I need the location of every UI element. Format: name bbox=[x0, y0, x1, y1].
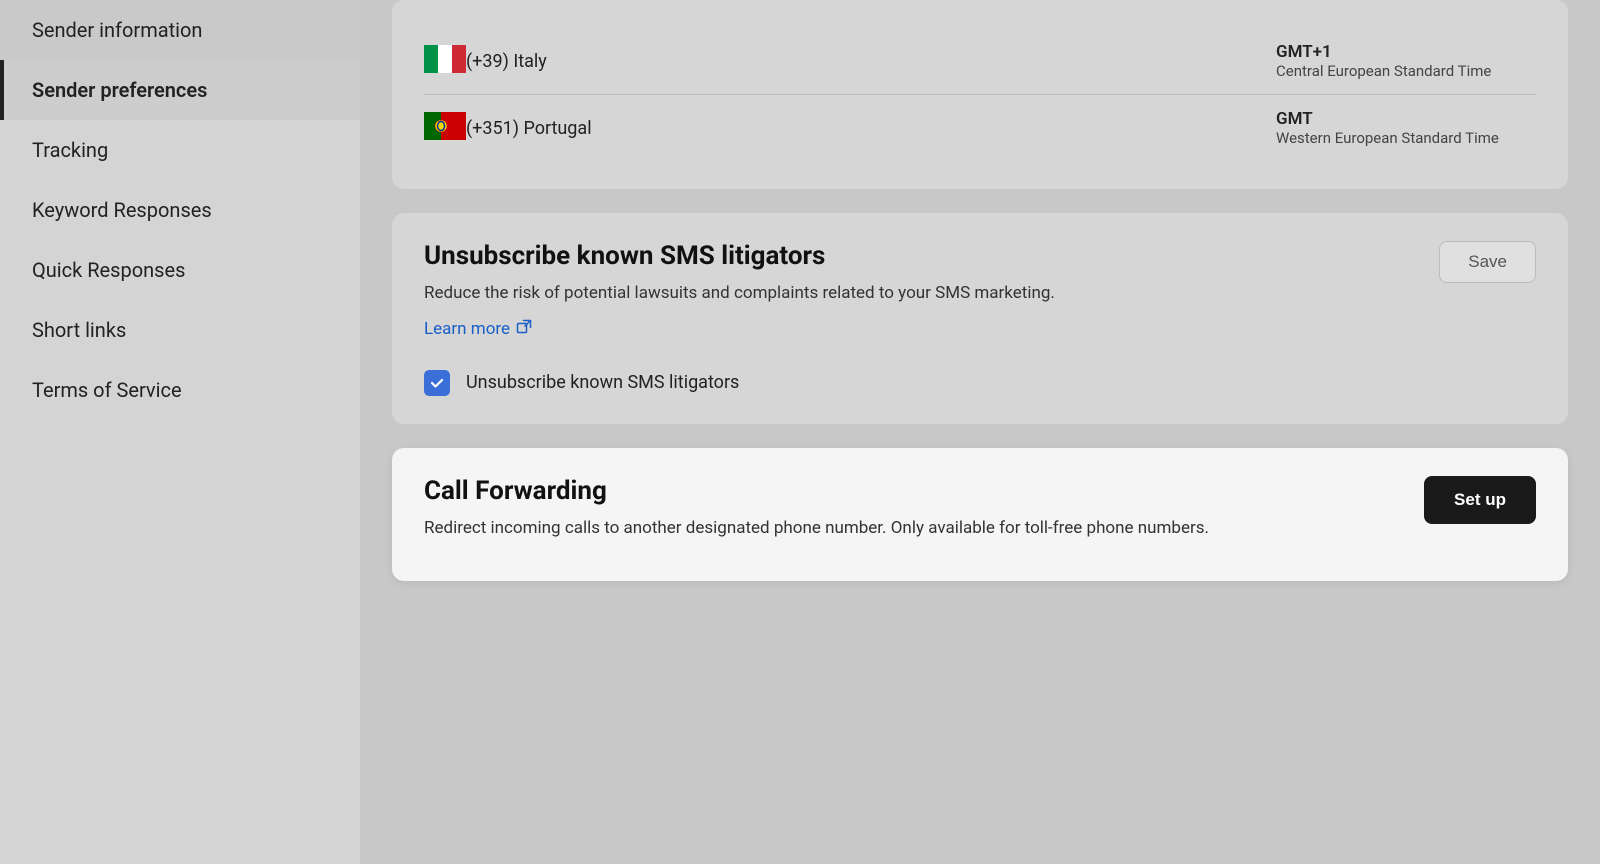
phone-country-0: (+39) Italy bbox=[466, 51, 1276, 72]
unsubscribe-description: Reduce the risk of potential lawsuits an… bbox=[424, 281, 1244, 307]
phone-row-0: (+39) ItalyGMT+1Central European Standar… bbox=[424, 28, 1536, 95]
timezone-name-1: Western European Standard Time bbox=[1276, 129, 1536, 147]
sidebar-item-keyword-responses[interactable]: Keyword Responses bbox=[0, 180, 360, 240]
call-forwarding-description: Redirect incoming calls to another desig… bbox=[424, 516, 1244, 542]
phone-country-1: (+351) Portugal bbox=[466, 118, 1276, 139]
sidebar: Sender informationSender preferencesTrac… bbox=[0, 0, 360, 864]
timezone-name-0: Central European Standard Time bbox=[1276, 62, 1536, 80]
flag-italy bbox=[424, 45, 466, 77]
unsubscribe-title: Unsubscribe known SMS litigators bbox=[424, 241, 1536, 271]
unsubscribe-checkbox[interactable] bbox=[424, 370, 450, 396]
sidebar-item-quick-responses[interactable]: Quick Responses bbox=[0, 240, 360, 300]
phone-entries-card: (+39) ItalyGMT+1Central European Standar… bbox=[392, 0, 1568, 189]
timezone-info-0: GMT+1Central European Standard Time bbox=[1276, 42, 1536, 80]
save-button[interactable]: Save bbox=[1439, 241, 1536, 283]
sidebar-item-short-links[interactable]: Short links bbox=[0, 300, 360, 360]
sidebar-item-sender-information[interactable]: Sender information bbox=[0, 0, 360, 60]
flag-portugal bbox=[424, 112, 466, 144]
call-forwarding-title: Call Forwarding bbox=[424, 476, 1536, 506]
learn-more-link[interactable]: Learn more bbox=[424, 319, 532, 340]
main-content: (+39) ItalyGMT+1Central European Standar… bbox=[360, 0, 1600, 864]
sidebar-item-terms-of-service[interactable]: Terms of Service bbox=[0, 360, 360, 420]
timezone-code-0: GMT+1 bbox=[1276, 42, 1536, 62]
sidebar-item-sender-preferences[interactable]: Sender preferences bbox=[0, 60, 360, 120]
learn-more-label: Learn more bbox=[424, 319, 510, 339]
phone-row-1: (+351) PortugalGMTWestern European Stand… bbox=[424, 95, 1536, 161]
timezone-info-1: GMTWestern European Standard Time bbox=[1276, 109, 1536, 147]
setup-button[interactable]: Set up bbox=[1424, 476, 1536, 524]
checkbox-label: Unsubscribe known SMS litigators bbox=[466, 372, 739, 393]
unsubscribe-card: Unsubscribe known SMS litigators Reduce … bbox=[392, 213, 1568, 424]
call-forwarding-card: Call Forwarding Redirect incoming calls … bbox=[392, 448, 1568, 582]
external-link-icon bbox=[516, 319, 532, 340]
sidebar-item-tracking[interactable]: Tracking bbox=[0, 120, 360, 180]
timezone-code-1: GMT bbox=[1276, 109, 1536, 129]
checkbox-row: Unsubscribe known SMS litigators bbox=[424, 370, 1536, 396]
